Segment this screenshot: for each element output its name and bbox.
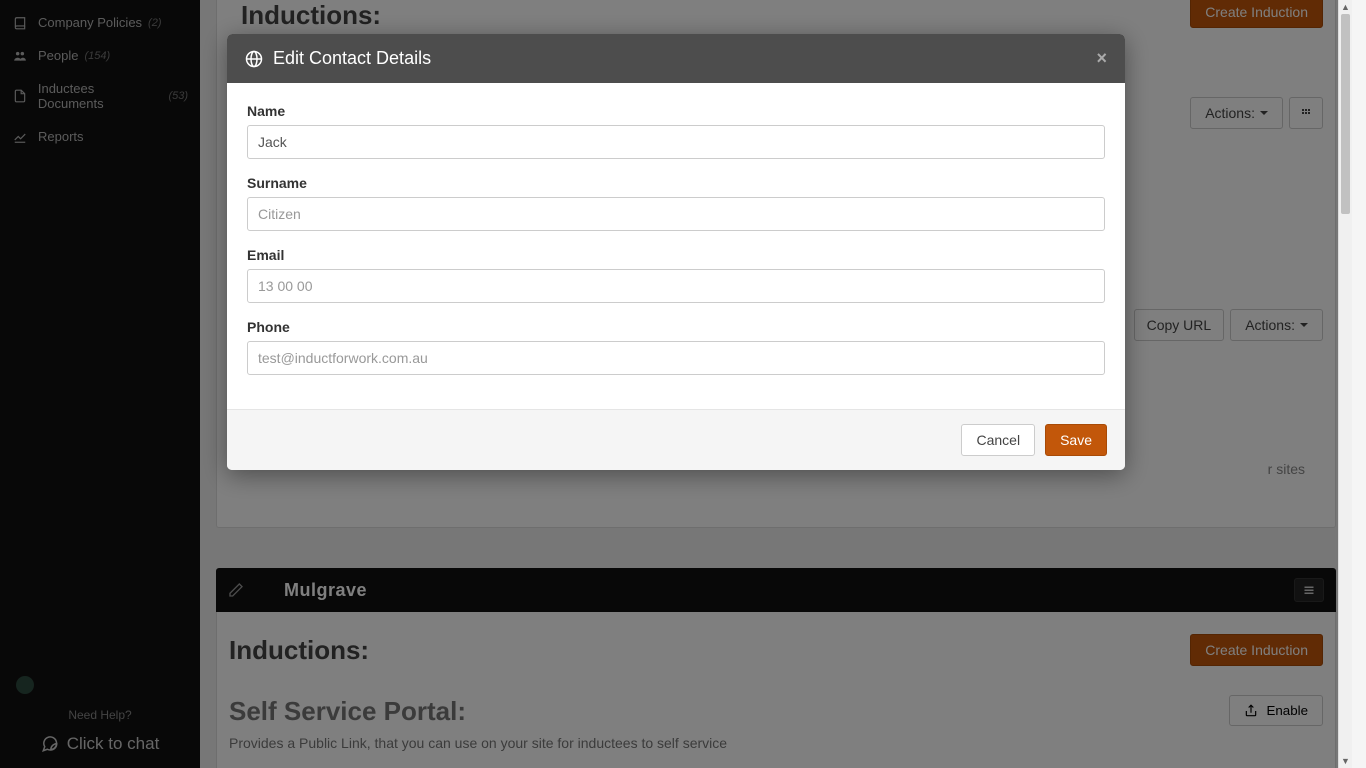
surname-label: Surname — [247, 175, 1105, 191]
phone-input[interactable] — [247, 341, 1105, 375]
scroll-up-button[interactable]: ▲ — [1339, 0, 1352, 14]
email-input[interactable] — [247, 269, 1105, 303]
email-label: Email — [247, 247, 1105, 263]
scrollbar-thumb[interactable] — [1341, 14, 1350, 214]
name-label: Name — [247, 103, 1105, 119]
phone-label: Phone — [247, 319, 1105, 335]
modal-header: Edit Contact Details × — [227, 34, 1125, 83]
modal-close-button[interactable]: × — [1096, 48, 1107, 69]
vertical-scrollbar[interactable]: ▲ ▼ — [1338, 0, 1352, 768]
surname-input[interactable] — [247, 197, 1105, 231]
save-button[interactable]: Save — [1045, 424, 1107, 456]
cancel-button[interactable]: Cancel — [961, 424, 1035, 456]
modal-title: Edit Contact Details — [273, 48, 431, 69]
scrollbar-track[interactable] — [1339, 14, 1352, 754]
edit-contact-modal: Edit Contact Details × Name Surname Emai… — [227, 34, 1125, 470]
globe-icon — [245, 50, 263, 68]
name-input[interactable] — [247, 125, 1105, 159]
scroll-down-button[interactable]: ▼ — [1339, 754, 1352, 768]
